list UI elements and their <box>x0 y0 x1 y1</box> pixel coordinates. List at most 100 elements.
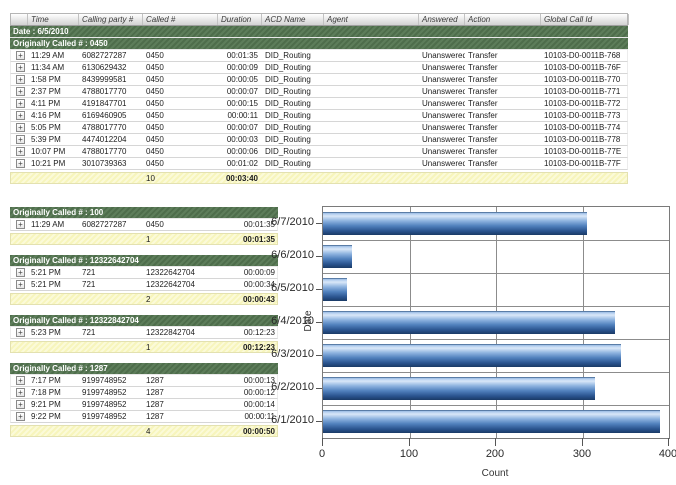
table-row[interactable]: +9:22 PM9199748952128700:00:11 <box>10 411 278 423</box>
expand-icon[interactable]: + <box>16 135 25 144</box>
expand-icon[interactable]: + <box>16 412 25 421</box>
cell-duration: 00:00:05 <box>218 75 262 84</box>
x-axis-tick <box>582 438 583 446</box>
bar <box>323 344 621 367</box>
expand-icon[interactable]: + <box>16 51 25 60</box>
cell-called: 0450 <box>143 87 218 96</box>
cell-action: Transfer <box>465 123 541 132</box>
summary-count: 4 <box>143 427 218 436</box>
x-axis-tick <box>495 438 496 446</box>
table-row[interactable]: +11:29 AM6082727287045000:01:35 <box>10 219 278 231</box>
cell-time: 10:07 PM <box>28 147 79 156</box>
table-header-row: TimeCalling party #Called #DurationACD N… <box>10 13 628 26</box>
expand-icon[interactable]: + <box>16 63 25 72</box>
cell-time: 11:34 AM <box>28 63 79 72</box>
cell-duration: 00:00:07 <box>218 87 262 96</box>
expand-icon[interactable]: + <box>16 280 25 289</box>
table-row[interactable]: +5:23 PM7211232284270400:12:23 <box>10 327 278 339</box>
expand-icon[interactable]: + <box>16 87 25 96</box>
column-header-agent[interactable]: Agent <box>324 14 419 25</box>
cell-calling: 4191847701 <box>79 99 143 108</box>
expand-icon[interactable]: + <box>16 268 25 277</box>
summary-count: 1 <box>143 343 218 352</box>
column-header-action[interactable]: Action <box>465 14 541 25</box>
date-group-band: Date : 6/5/2010 <box>10 26 628 38</box>
table-row[interactable]: +7:17 PM9199748952128700:00:13 <box>10 375 278 387</box>
category-label: 6/2/2010 <box>260 381 314 394</box>
table-row[interactable]: +4:16 PM6169460905045000:00:11DID_Routin… <box>10 110 628 122</box>
y-axis-tick <box>316 256 322 257</box>
cell-global_id: 10103-D0-0011B-778 <box>541 135 629 144</box>
cell-called: 0450 <box>143 75 218 84</box>
table-row[interactable]: +11:34 AM6130629432045000:00:09DID_Routi… <box>10 62 628 74</box>
table-row[interactable]: +5:05 PM4788017770045000:00:07DID_Routin… <box>10 122 628 134</box>
cell-called: 0450 <box>143 99 218 108</box>
cell-global_id: 10103-D0-0011B-774 <box>541 123 629 132</box>
table-row[interactable]: +4:11 PM4191847701045000:00:15DID_Routin… <box>10 98 628 110</box>
expand-icon[interactable]: + <box>16 388 25 397</box>
expand-icon[interactable]: + <box>16 75 25 84</box>
table-row[interactable]: +11:29 AM6082727287045000:01:35DID_Routi… <box>10 50 628 62</box>
expand-icon[interactable]: + <box>16 123 25 132</box>
expand-icon[interactable]: + <box>16 159 25 168</box>
cell-time: 7:18 PM <box>28 388 79 397</box>
cell-calling: 4788017770 <box>79 123 143 132</box>
column-header-answered[interactable]: Answered <box>419 14 465 25</box>
table-row[interactable]: +9:21 PM9199748952128700:00:14 <box>10 399 278 411</box>
gridline-h <box>323 372 669 373</box>
cell-answered: Unanswered <box>419 147 465 156</box>
column-header-global-call-id[interactable]: Global Call Id <box>541 14 629 25</box>
cell-time: 10:21 PM <box>28 159 79 168</box>
cell-time: 5:39 PM <box>28 135 79 144</box>
table-row[interactable]: +5:39 PM4474012204045000:00:03DID_Routin… <box>10 134 628 146</box>
table-row[interactable]: +10:21 PM3010739363045000:01:02DID_Routi… <box>10 158 628 170</box>
column-header-time[interactable]: Time <box>28 14 79 25</box>
cell-calling: 6082727287 <box>79 220 143 229</box>
cell-time: 9:21 PM <box>28 400 79 409</box>
cell-acd: DID_Routing <box>262 135 324 144</box>
table-row[interactable]: +2:37 PM4788017770045000:00:07DID_Routin… <box>10 86 628 98</box>
table-row[interactable]: +5:21 PM7211232264270400:00:34 <box>10 279 278 291</box>
x-tick-label: 200 <box>473 448 517 460</box>
expand-icon[interactable]: + <box>16 99 25 108</box>
column-header-acd-name[interactable]: ACD Name <box>262 14 324 25</box>
x-tick-label: 100 <box>387 448 431 460</box>
expand-cell: + <box>11 87 28 96</box>
table-body: +11:29 AM6082727287045000:01:35DID_Routi… <box>10 50 628 170</box>
table-row[interactable]: +10:07 PM4788017770045000:00:06DID_Routi… <box>10 146 628 158</box>
table-row[interactable]: +5:21 PM7211232264270400:00:09 <box>10 267 278 279</box>
summary-count: 10 <box>143 174 218 183</box>
group-sections: Originally Called # : 100+11:29 AM608272… <box>10 207 278 447</box>
expand-icon[interactable]: + <box>16 111 25 120</box>
group-summary-row: 1000:03:40 <box>10 172 628 184</box>
cell-time: 11:29 AM <box>28 220 79 229</box>
expand-icon[interactable]: + <box>16 220 25 229</box>
cell-calling: 721 <box>79 280 143 289</box>
category-label: 6/5/2010 <box>260 282 314 295</box>
expand-cell: + <box>11 75 28 84</box>
table-row[interactable]: +7:18 PM9199748952128700:00:12 <box>10 387 278 399</box>
column-header-duration[interactable]: Duration <box>218 14 262 25</box>
group-band: Originally Called # : 100 <box>10 207 278 219</box>
cell-global_id: 10103-D0-0011B-77F <box>541 159 629 168</box>
group-section: Originally Called # : 12322642704+5:21 P… <box>10 255 278 305</box>
cell-global_id: 10103-D0-0011B-771 <box>541 87 629 96</box>
expand-icon[interactable]: + <box>16 147 25 156</box>
cell-global_id: 10103-D0-0011B-76F <box>541 63 629 72</box>
expand-icon[interactable]: + <box>16 376 25 385</box>
expand-icon[interactable]: + <box>16 328 25 337</box>
cell-acd: DID_Routing <box>262 111 324 120</box>
cell-duration: 00:00:15 <box>218 99 262 108</box>
category-label: 6/7/2010 <box>260 216 314 229</box>
cell-duration: 00:00:09 <box>218 63 262 72</box>
cell-answered: Unanswered <box>419 159 465 168</box>
table-row[interactable]: +1:58 PM8439999581045000:00:05DID_Routin… <box>10 74 628 86</box>
column-header-calling-party-[interactable]: Calling party # <box>79 14 143 25</box>
cell-duration: 00:01:02 <box>218 159 262 168</box>
y-axis-tick <box>316 388 322 389</box>
group-section: Originally Called # : 1287+7:17 PM919974… <box>10 363 278 437</box>
expand-icon[interactable]: + <box>16 400 25 409</box>
column-header-called-[interactable]: Called # <box>143 14 218 25</box>
x-tick-label: 0 <box>300 448 344 460</box>
cell-action: Transfer <box>465 159 541 168</box>
